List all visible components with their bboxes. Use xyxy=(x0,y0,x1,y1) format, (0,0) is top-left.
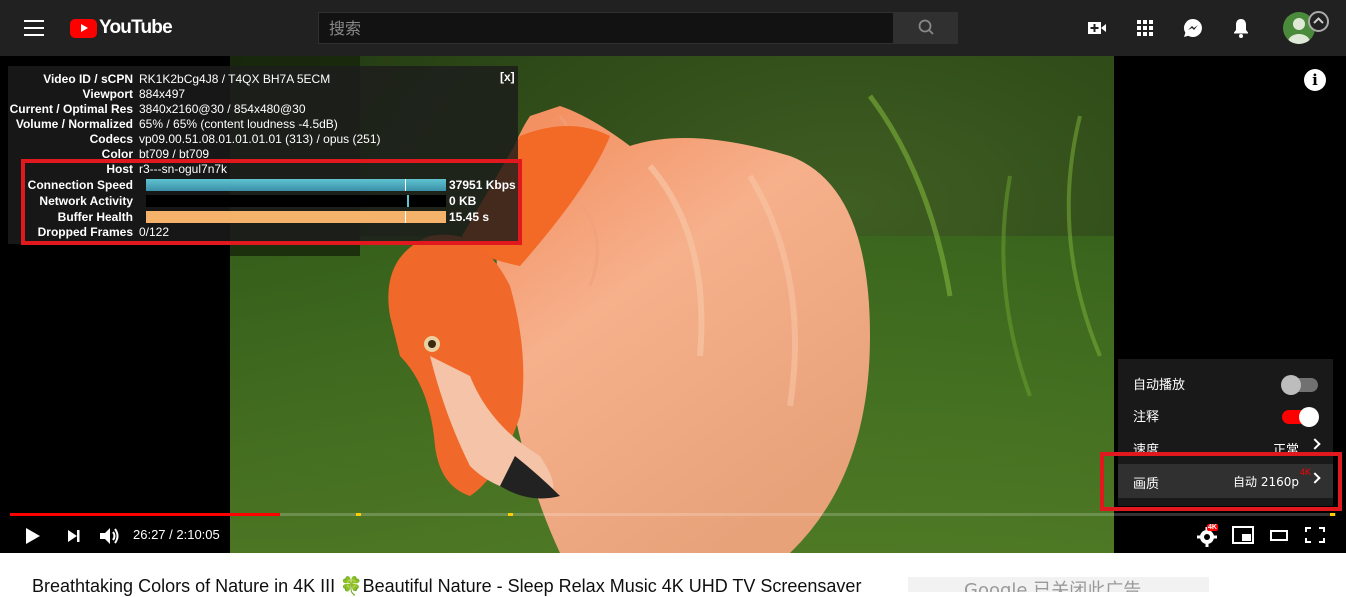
time-display: 26:27 / 2:10:05 xyxy=(133,527,220,542)
stats-row-volume: Volume / Normalized 65% / 65% (content lo… xyxy=(8,117,338,132)
toggle-knob xyxy=(1299,407,1319,427)
highlight-box-stats xyxy=(21,159,522,245)
played-bar xyxy=(10,513,280,516)
annotations-label: 注释 xyxy=(1133,410,1160,425)
stats-row-video-id: Video ID / sCPN RK1K2bCg4J8 / T4QX BH7A 5… xyxy=(8,72,330,87)
stats-value: vp09.00.51.08.01.01.01.01 (313) / opus (… xyxy=(139,132,381,146)
chevron-up-icon xyxy=(1308,11,1329,32)
closed-ad-notice: Google 已关闭此广告 xyxy=(908,577,1209,592)
stats-label: Volume / Normalized xyxy=(15,117,133,131)
stats-row-codecs: Codecs vp09.00.51.08.01.01.01.01 (313) / … xyxy=(8,132,381,147)
play-icon xyxy=(26,528,40,544)
messages-icon[interactable] xyxy=(1181,16,1205,40)
highlight-box-quality xyxy=(1100,452,1342,511)
ad-marker xyxy=(508,513,513,516)
fullscreen-button[interactable] xyxy=(1304,526,1326,546)
settings-button[interactable]: 4K xyxy=(1197,524,1221,547)
stats-value: 884x497 xyxy=(139,87,186,101)
stats-row-viewport: Viewport 884x497 xyxy=(8,87,186,102)
autoplay-toggle[interactable] xyxy=(1281,375,1318,395)
search-icon xyxy=(918,19,934,35)
apps-grid-icon[interactable] xyxy=(1133,16,1157,40)
stats-value: 3840x2160@30 / 854x480@30 xyxy=(139,102,306,116)
create-video-icon[interactable] xyxy=(1085,16,1109,40)
info-icon[interactable]: i xyxy=(1304,69,1326,91)
next-icon xyxy=(68,530,80,542)
autoplay-label: 自动播放 xyxy=(1133,378,1186,393)
theater-icon xyxy=(1270,530,1288,541)
ad-marker xyxy=(1330,513,1335,516)
fullscreen-icon xyxy=(1305,527,1325,543)
notifications-bell-icon[interactable] xyxy=(1229,16,1253,40)
stats-label: Video ID / sCPN xyxy=(43,72,133,86)
stats-value: 65% / 65% (content loudness -4.5dB) xyxy=(139,117,338,131)
masthead: YouTube xyxy=(0,0,1346,56)
chevron-right-icon xyxy=(1309,438,1321,450)
annotations-item[interactable]: 注释 xyxy=(1118,397,1333,431)
stats-close-button[interactable]: [x] xyxy=(500,70,515,84)
play-button[interactable] xyxy=(24,526,42,546)
annotations-toggle[interactable] xyxy=(1282,407,1319,427)
stats-label: Viewport xyxy=(82,87,133,101)
hd-badge: 4K xyxy=(1207,524,1218,531)
search-input[interactable] xyxy=(318,12,894,44)
stats-value: RK1K2bCg4J8 / T4QX BH7A 5ECM xyxy=(139,72,331,86)
miniplayer-button[interactable] xyxy=(1232,526,1254,546)
theater-mode-button[interactable] xyxy=(1268,526,1290,546)
next-button[interactable] xyxy=(65,526,83,546)
play-logo-icon xyxy=(70,18,97,38)
volume-button[interactable] xyxy=(98,526,122,546)
menu-icon[interactable] xyxy=(24,20,44,36)
volume-icon xyxy=(100,528,119,544)
miniplayer-icon xyxy=(1232,526,1254,544)
logo-text: YouTube xyxy=(99,17,173,38)
stats-label: Current / Optimal Res xyxy=(9,102,133,116)
stats-label: Codecs xyxy=(89,132,133,146)
video-title: Breathtaking Colors of Nature in 4K III … xyxy=(32,576,862,596)
stats-row-resolution: Current / Optimal Res 3840x2160@30 / 854x… xyxy=(8,102,306,117)
progress-bar[interactable] xyxy=(10,513,1336,516)
toggle-knob xyxy=(1281,375,1301,395)
autoplay-item[interactable]: 自动播放 xyxy=(1118,365,1333,399)
ad-marker xyxy=(356,513,361,516)
search-button[interactable] xyxy=(893,12,958,44)
video-player[interactable]: [x] Video ID / sCPN RK1K2bCg4J8 / T4QX BH… xyxy=(0,56,1346,553)
youtube-logo[interactable]: YouTube xyxy=(70,17,173,39)
